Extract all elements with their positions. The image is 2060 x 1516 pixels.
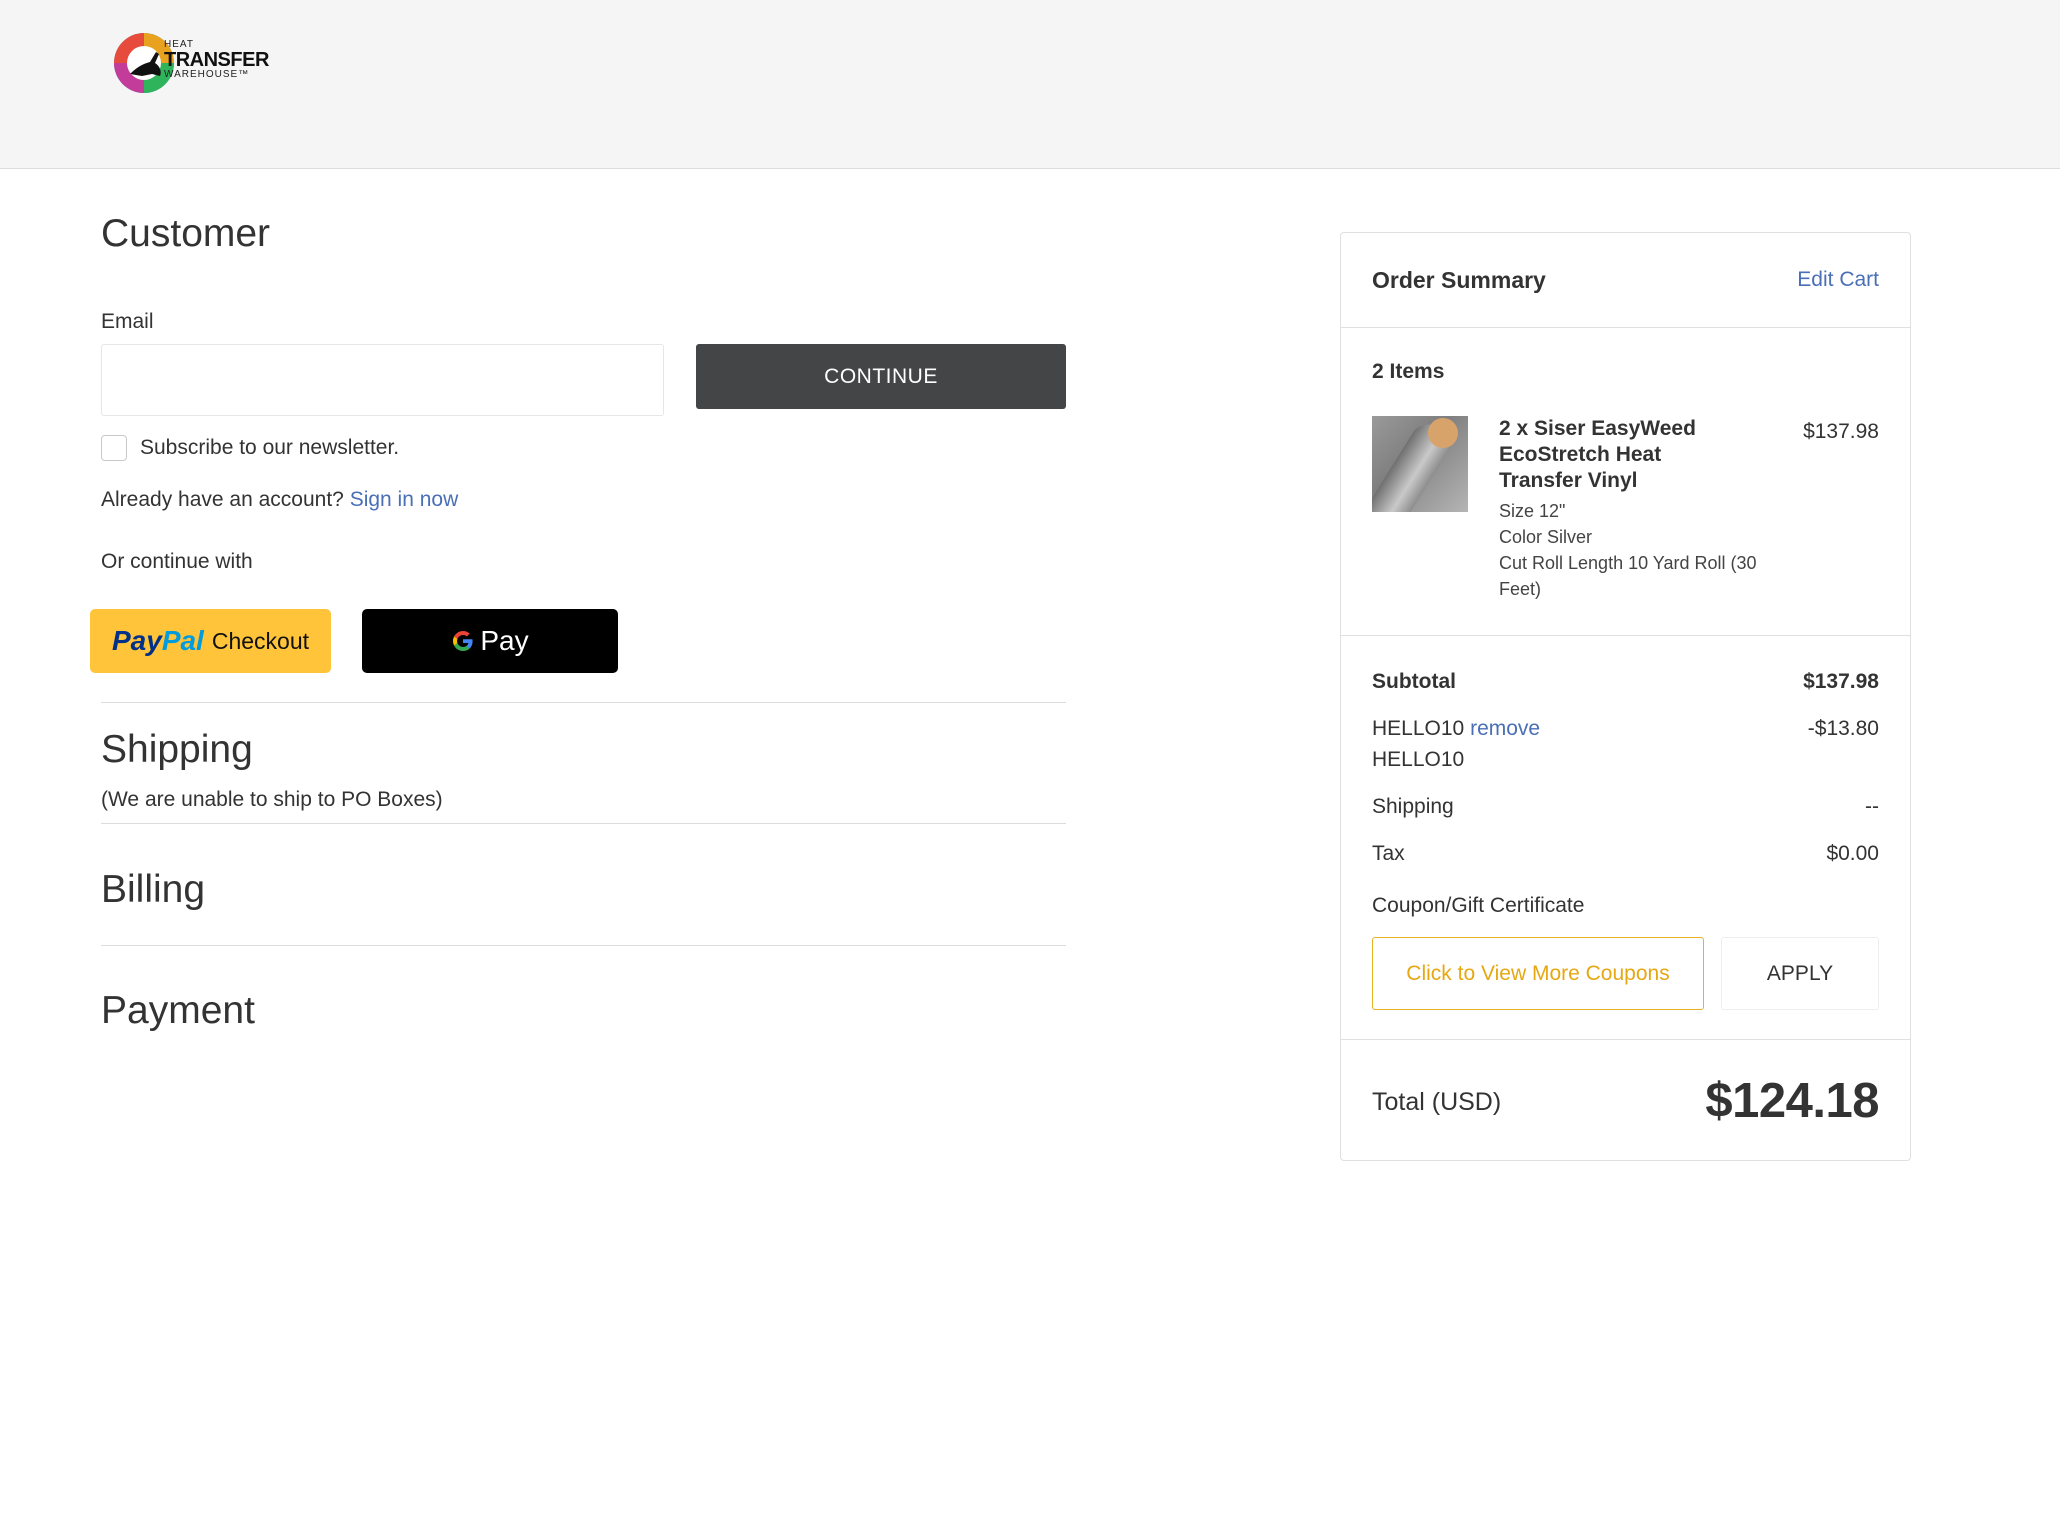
- shipping-row: Shipping --: [1372, 795, 1879, 819]
- site-header: HEAT TRANSFER WAREHOUSE™: [0, 0, 2060, 169]
- product-option-color: Color Silver: [1499, 527, 1593, 547]
- edit-cart-link[interactable]: Edit Cart: [1797, 268, 1879, 292]
- product-price: $137.98: [1803, 420, 1879, 443]
- coupon-row: HELLO10 remove -$13.80: [1372, 717, 1879, 741]
- paypal-checkout-label: Checkout: [211, 627, 310, 654]
- product-options: Size 12" Color Silver Cut Roll Length 10…: [1499, 498, 1779, 602]
- billing-heading: Billing: [101, 868, 206, 911]
- view-coupons-button[interactable]: Click to View More Coupons: [1372, 937, 1704, 1010]
- apply-coupon-button[interactable]: APPLY: [1721, 937, 1879, 1010]
- order-summary-panel: Order Summary Edit Cart 2 Items 2 x Sise…: [1340, 232, 1911, 1161]
- logo-wordmark: HEAT TRANSFER WAREHOUSE™: [164, 40, 269, 80]
- shipping-heading: Shipping: [101, 728, 253, 771]
- shipping-value: --: [1865, 795, 1879, 818]
- shipping-note: (We are unable to ship to PO Boxes): [101, 788, 443, 811]
- account-prompt: Already have an account? Sign in now: [101, 488, 458, 512]
- logo-line-2: TRANSFER: [164, 49, 269, 71]
- logo-line-3: WAREHOUSE™: [164, 69, 250, 80]
- section-divider: [101, 702, 1066, 703]
- product-option-size: Size 12": [1499, 501, 1566, 521]
- subtotal-row: Subtotal $137.98: [1372, 670, 1879, 694]
- paypal-checkout-button[interactable]: Pay Pal Checkout: [90, 609, 331, 673]
- product-name: 2 x Siser EasyWeed EcoStretch Heat Trans…: [1499, 417, 1696, 492]
- summary-divider: [1341, 635, 1910, 636]
- coupon-code-line: HELLO10: [1372, 748, 1465, 771]
- tax-label: Tax: [1372, 842, 1405, 865]
- section-divider: [101, 823, 1066, 824]
- sign-in-link[interactable]: Sign in now: [350, 488, 459, 511]
- google-g-icon: [453, 631, 473, 651]
- total-label: Total (USD): [1372, 1088, 1502, 1116]
- google-pay-button[interactable]: Pay: [362, 609, 618, 673]
- google-pay-label: Pay: [480, 625, 529, 656]
- summary-divider: [1341, 1039, 1910, 1040]
- items-count: 2 Items: [1372, 360, 1445, 383]
- remove-coupon-link[interactable]: remove: [1470, 717, 1540, 740]
- product-thumbnail: [1372, 416, 1468, 512]
- or-continue-text: Or continue with: [101, 550, 253, 573]
- newsletter-row[interactable]: Subscribe to our newsletter.: [101, 435, 399, 461]
- customer-heading: Customer: [101, 212, 271, 255]
- account-prompt-text: Already have an account?: [101, 488, 344, 511]
- continue-button[interactable]: CONTINUE: [696, 344, 1066, 409]
- store-logo[interactable]: HEAT TRANSFER WAREHOUSE™: [112, 28, 272, 98]
- coupon-field-label: Coupon/Gift Certificate: [1372, 894, 1585, 917]
- paypal-logo-pal: Pal: [161, 625, 204, 656]
- email-input[interactable]: [101, 344, 664, 416]
- subtotal-value: $137.98: [1803, 670, 1879, 693]
- summary-divider: [1341, 327, 1910, 328]
- tax-row: Tax $0.00: [1372, 842, 1879, 866]
- newsletter-checkbox[interactable]: [101, 435, 127, 461]
- product-option-length: Cut Roll Length 10 Yard Roll (30 Feet): [1499, 553, 1757, 599]
- coupon-code: HELLO10: [1372, 717, 1465, 740]
- total-value: $124.18: [1705, 1074, 1879, 1128]
- tax-value: $0.00: [1826, 842, 1879, 865]
- shipping-label: Shipping: [1372, 795, 1454, 818]
- order-summary-title: Order Summary: [1372, 267, 1546, 293]
- payment-heading: Payment: [101, 989, 255, 1032]
- paypal-logo-pay: Pay: [111, 625, 162, 656]
- email-label: Email: [101, 310, 154, 333]
- coupon-discount: -$13.80: [1807, 717, 1879, 740]
- newsletter-label[interactable]: Subscribe to our newsletter.: [140, 436, 399, 460]
- section-divider: [101, 945, 1066, 946]
- subtotal-label: Subtotal: [1372, 670, 1456, 693]
